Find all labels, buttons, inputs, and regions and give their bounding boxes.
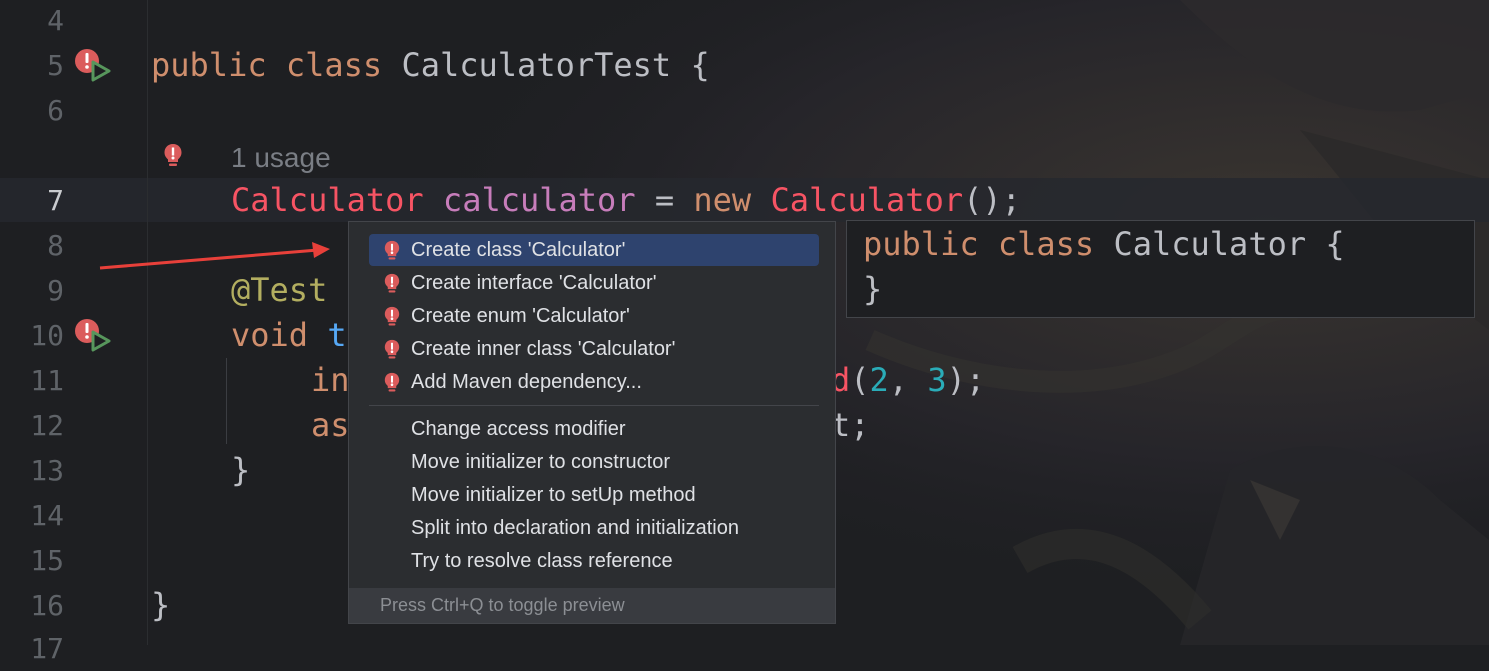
line-number-current: 7: [47, 184, 64, 217]
preview-line: }: [863, 270, 883, 308]
gutter-separator: [147, 0, 148, 645]
line-number: 14: [30, 499, 64, 532]
annotation: @Test: [231, 271, 328, 309]
bulb-error-icon: [384, 306, 400, 326]
keyword: class: [285, 46, 383, 84]
code-line-field-declaration[interactable]: Calculator calculator = new Calculator()…: [231, 178, 1021, 223]
brace: {: [1325, 225, 1345, 263]
unresolved-type: Calculator: [231, 181, 424, 219]
line-number: 8: [47, 229, 64, 262]
line-number: 4: [47, 4, 64, 37]
popup-item-add-maven-dependency[interactable]: Add Maven dependency...: [369, 366, 819, 398]
keyword: public: [863, 225, 979, 263]
code-line-statement-tail[interactable]: d(2, 3);: [831, 358, 985, 403]
punctuation: ();: [963, 181, 1021, 219]
class-name: CalculatorTest: [401, 46, 672, 84]
popup-item-change-access-modifier[interactable]: Change access modifier: [369, 413, 819, 445]
line-number: 10: [30, 319, 64, 352]
brace: {: [690, 46, 710, 84]
operator: =: [654, 181, 675, 219]
popup-item-create-inner-class[interactable]: Create inner class 'Calculator': [369, 333, 819, 365]
code-line-annotation[interactable]: @Test: [231, 268, 327, 313]
code-line-assert-tail[interactable]: t;: [831, 403, 870, 448]
popup-item-create-enum[interactable]: Create enum 'Calculator': [369, 300, 819, 332]
keyword-partial: as: [311, 406, 350, 444]
line-number: 15: [30, 544, 64, 577]
intention-preview-panel: public class Calculator { }: [846, 220, 1475, 318]
bulb-error-icon[interactable]: [163, 143, 183, 169]
line-number: 5: [47, 49, 64, 82]
brace: }: [151, 586, 171, 624]
bulb-error-icon: [384, 339, 400, 359]
code-text-partial: t;: [831, 406, 870, 444]
indent-guide: [226, 358, 227, 444]
keyword: class: [997, 225, 1095, 263]
popup-item-move-initializer-setup[interactable]: Move initializer to setUp method: [369, 479, 819, 511]
popup-item-label: Change access modifier: [411, 418, 626, 440]
brace: }: [231, 451, 251, 489]
popup-item-move-initializer-constructor[interactable]: Move initializer to constructor: [369, 446, 819, 478]
popup-item-label: Split into declaration and initializatio…: [411, 517, 739, 539]
preview-line: public class Calculator {: [863, 222, 1345, 267]
popup-item-label: Move initializer to constructor: [411, 451, 670, 473]
line-number: 12: [30, 409, 64, 442]
popup-item-label: Create class 'Calculator': [411, 239, 626, 261]
line-number: 9: [47, 274, 64, 307]
usages-inlay-hint[interactable]: 1 usage: [231, 135, 331, 180]
line-number: 11: [30, 364, 64, 397]
popup-item-label: Create interface 'Calculator': [411, 272, 657, 294]
punctuation: );: [946, 361, 986, 399]
code-line-method-declaration[interactable]: void t: [231, 313, 347, 358]
field-name: calculator: [442, 181, 636, 219]
popup-footer-hint: Press Ctrl+Q to toggle preview: [349, 588, 835, 623]
keyword: void: [231, 316, 309, 354]
bulb-error-icon: [384, 240, 400, 260]
popup-item-create-interface[interactable]: Create interface 'Calculator': [369, 267, 819, 299]
method-name-partial: t: [327, 316, 347, 354]
code-line-method-close[interactable]: }: [231, 448, 250, 493]
popup-item-resolve-class-reference[interactable]: Try to resolve class reference: [369, 545, 819, 577]
code-line-statement[interactable]: in: [311, 358, 350, 403]
error-run-icon[interactable]: [73, 48, 113, 84]
intention-actions-popup[interactable]: Create class 'Calculator' Create interfa…: [348, 221, 836, 624]
popup-item-split-declaration[interactable]: Split into declaration and initializatio…: [369, 512, 819, 544]
popup-item-label: Try to resolve class reference: [411, 550, 673, 572]
number-literal: 2: [869, 361, 889, 399]
popup-item-label: Add Maven dependency...: [411, 371, 642, 393]
line-number: 16: [30, 589, 64, 622]
popup-separator: [369, 405, 819, 406]
class-name: Calculator: [1113, 225, 1307, 263]
popup-item-label: Create inner class 'Calculator': [411, 338, 676, 360]
line-number: 13: [30, 454, 64, 487]
line-number: 6: [47, 94, 64, 127]
bulb-error-icon: [384, 372, 400, 392]
paren: (: [850, 361, 870, 399]
code-line-assert[interactable]: as: [311, 403, 350, 448]
error-run-icon[interactable]: [73, 318, 113, 354]
unresolved-constructor: Calculator: [770, 181, 964, 219]
popup-item-label: Create enum 'Calculator': [411, 305, 630, 327]
code-line-class-close[interactable]: }: [151, 583, 170, 628]
keyword: public: [151, 46, 267, 84]
bulb-error-icon: [384, 273, 400, 293]
number-literal: 3: [927, 361, 947, 399]
popup-item-create-class[interactable]: Create class 'Calculator': [369, 234, 819, 266]
popup-item-label: Move initializer to setUp method: [411, 484, 696, 506]
keyword-partial: in: [311, 361, 350, 399]
code-line-class-declaration[interactable]: public class CalculatorTest {: [151, 43, 710, 88]
comma: ,: [888, 361, 928, 399]
line-number: 17: [30, 632, 64, 665]
keyword: new: [693, 181, 752, 219]
